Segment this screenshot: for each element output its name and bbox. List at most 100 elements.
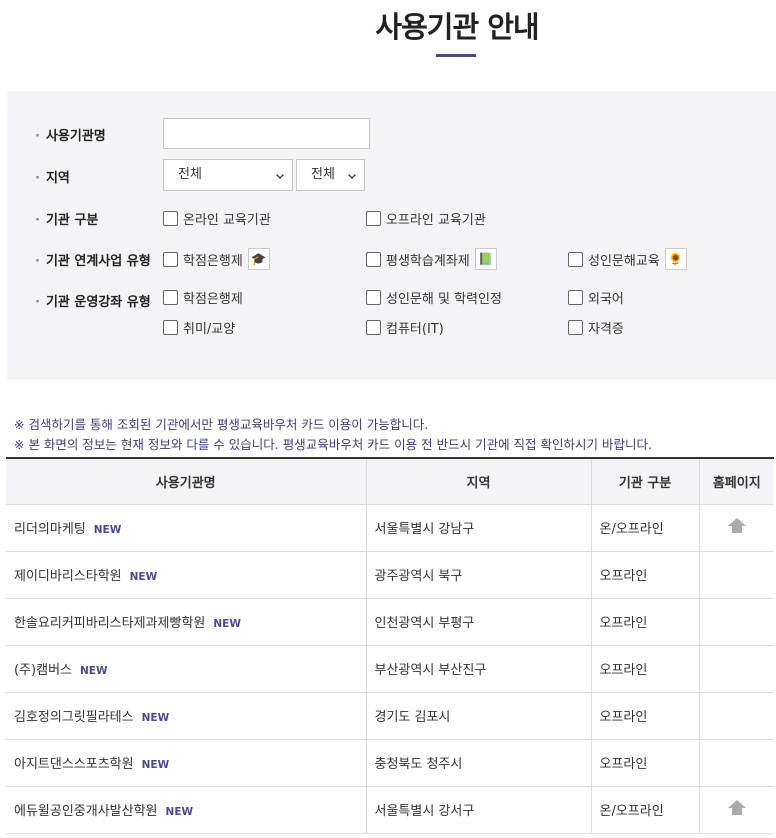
- institution-name[interactable]: 리더의마케팅: [14, 522, 86, 537]
- header-name: 사용기관명: [6, 458, 367, 505]
- course-foreign-language-checkbox[interactable]: 외국어: [568, 288, 624, 307]
- checkbox-box[interactable]: [568, 251, 583, 267]
- table-row[interactable]: 제이디바리스타학원 NEW 광주광역시 북구 오프라인: [6, 551, 774, 599]
- table-row[interactable]: 김호정의그릿필라테스 NEW 경기도 김포시 오프라인: [6, 692, 774, 740]
- chevron-down-icon: [276, 171, 284, 179]
- table-row[interactable]: 아지트댄스스포츠학원 NEW 충청북도 청주시 오프라인: [6, 739, 774, 787]
- course-literacy-label: 성인문해 및 학력인정: [386, 292, 502, 307]
- notice-line-1: ※ 검색하기를 통해 조회된 기관에서만 평생교육바우처 카드 이용이 가능합니…: [14, 417, 429, 432]
- region-cell: 경기도 김포시: [366, 692, 592, 740]
- course-certificate-label: 자격증: [588, 322, 624, 337]
- checkbox-box[interactable]: [163, 211, 178, 226]
- checkbox-box[interactable]: [366, 290, 381, 305]
- type-cell: 온/오프라인: [591, 504, 700, 552]
- course-hobby-label: 취미/교양: [183, 322, 236, 337]
- course-foreign-language-label: 외국어: [588, 292, 624, 307]
- institution-name[interactable]: 아지트댄스스포츠학원: [14, 757, 134, 772]
- checkbox-box[interactable]: [568, 320, 583, 335]
- table-body: 리더의마케팅 NEW 서울특별시 강남구 온/오프라인 제이디바리스타학원 NEW 광주광역…: [6, 504, 774, 834]
- institution-name-cell[interactable]: 제이디바리스타학원 NEW: [6, 551, 367, 599]
- project-lifelong-account-label: 평생학습계좌제: [386, 253, 470, 269]
- region-label: 지역: [35, 167, 70, 186]
- name-input[interactable]: [163, 118, 370, 149]
- type-cell: 오프라인: [591, 645, 700, 693]
- region-select-1[interactable]: 전체: [163, 159, 293, 191]
- course-literacy-checkbox[interactable]: 성인문해 및 학력인정: [366, 288, 502, 307]
- header-homepage: 홈페이지: [699, 458, 774, 505]
- new-badge: NEW: [165, 806, 194, 818]
- header-region: 지역: [366, 458, 592, 505]
- region-select-2[interactable]: 전체: [296, 159, 365, 191]
- table-row[interactable]: 리더의마케팅 NEW 서울특별시 강남구 온/오프라인: [6, 504, 774, 552]
- new-badge: NEW: [141, 759, 170, 771]
- project-literacy-label: 성인문해교육: [588, 253, 660, 269]
- table-row[interactable]: 에듀윌공인중개사발산학원 NEW 서울특별시 강서구 온/오프라인: [6, 786, 774, 834]
- institution-name[interactable]: 김호정의그릿필라테스: [14, 710, 134, 725]
- notice-line-2: ※ 본 화면의 정보는 현재 정보와 다를 수 있습니다. 평생교육바우처 카드…: [14, 437, 652, 452]
- checkbox-box[interactable]: [163, 251, 178, 267]
- institution-name[interactable]: 한솔요리커피바리스타제과제빵학원: [14, 616, 205, 631]
- book-icon: 📗: [474, 248, 497, 270]
- region-cell: 광주광역시 북구: [366, 551, 592, 599]
- chevron-down-icon: [348, 171, 356, 179]
- course-label: 기관 운영강좌 유형: [35, 291, 151, 310]
- type-cell: 오프라인: [591, 692, 700, 740]
- type-online-label: 온라인 교육기관: [183, 213, 271, 228]
- course-credit-bank-checkbox[interactable]: 학점은행제: [163, 288, 243, 307]
- course-credit-bank-label: 학점은행제: [183, 292, 243, 307]
- institution-table: 사용기관명 지역 기관 구분 홈페이지 리더의마케팅 NEW 서울특별시 강남구 온/…: [6, 457, 774, 834]
- course-certificate-checkbox[interactable]: 자격증: [568, 318, 624, 337]
- new-badge: NEW: [141, 712, 170, 724]
- institution-name[interactable]: 에듀윌공인중개사발산학원: [14, 804, 158, 819]
- checkbox-box[interactable]: [163, 290, 178, 305]
- project-literacy-checkbox[interactable]: 성인문해교육 🌻: [568, 248, 687, 270]
- institution-name-cell[interactable]: (주)캠버스 NEW: [6, 645, 367, 693]
- homepage-cell: [699, 692, 774, 740]
- home-icon[interactable]: [727, 799, 746, 816]
- institution-name[interactable]: (주)캠버스: [14, 663, 72, 678]
- homepage-cell: [699, 645, 774, 693]
- type-offline-checkbox[interactable]: 오프라인 교육기관: [366, 209, 486, 228]
- type-cell: 온/오프라인: [591, 786, 700, 834]
- project-lifelong-account-checkbox[interactable]: 평생학습계좌제 📗: [366, 248, 497, 270]
- type-cell: 오프라인: [591, 739, 700, 787]
- checkbox-box[interactable]: [163, 320, 178, 335]
- graduation-cap-icon: 🎓: [247, 248, 270, 270]
- homepage-cell: [699, 551, 774, 599]
- project-credit-bank-checkbox[interactable]: 학점은행제 🎓: [163, 248, 270, 270]
- header-type: 기관 구분: [591, 458, 700, 505]
- institution-name-cell[interactable]: 아지트댄스스포츠학원 NEW: [6, 739, 367, 787]
- homepage-cell: [699, 504, 774, 552]
- institution-name-cell[interactable]: 김호정의그릿필라테스 NEW: [6, 692, 367, 740]
- course-hobby-checkbox[interactable]: 취미/교양: [163, 318, 235, 337]
- name-label: 사용기관명: [35, 125, 106, 144]
- institution-name-cell[interactable]: 리더의마케팅 NEW: [6, 504, 367, 552]
- new-badge: NEW: [129, 571, 158, 583]
- table-header-row: 사용기관명 지역 기관 구분 홈페이지: [6, 458, 774, 505]
- homepage-cell: [699, 598, 774, 646]
- checkbox-box[interactable]: [366, 320, 381, 335]
- checkbox-box[interactable]: [366, 251, 381, 267]
- course-computer-checkbox[interactable]: 컴퓨터(IT): [366, 318, 444, 337]
- region-cell: 서울특별시 강남구: [366, 504, 592, 552]
- region-cell: 서울특별시 강서구: [366, 786, 592, 834]
- table-row[interactable]: 한솔요리커피바리스타제과제빵학원 NEW 인천광역시 부평구 오프라인: [6, 598, 774, 646]
- table-row[interactable]: (주)캠버스 NEW 부산광역시 부산진구 오프라인: [6, 645, 774, 693]
- project-credit-bank-label: 학점은행제: [183, 253, 243, 269]
- region-select-1-value: 전체: [178, 167, 202, 182]
- checkbox-box[interactable]: [568, 290, 583, 305]
- new-badge: NEW: [213, 618, 241, 630]
- institution-name-cell[interactable]: 에듀윌공인중개사발산학원 NEW: [6, 786, 367, 834]
- project-label: 기관 연계사업 유형: [35, 250, 151, 269]
- homepage-cell: [699, 739, 774, 787]
- new-badge: NEW: [79, 665, 108, 677]
- home-icon[interactable]: [727, 517, 746, 534]
- institution-name-cell[interactable]: 한솔요리커피바리스타제과제빵학원 NEW: [6, 598, 367, 646]
- page-title: 사용기관 안내: [375, 10, 539, 44]
- checkbox-box[interactable]: [366, 211, 381, 226]
- region-cell: 인천광역시 부평구: [366, 598, 592, 646]
- type-online-checkbox[interactable]: 온라인 교육기관: [163, 209, 271, 228]
- institution-name[interactable]: 제이디바리스타학원: [14, 569, 122, 584]
- flower-pot-icon: 🌻: [664, 248, 687, 270]
- title-underline: [436, 54, 476, 57]
